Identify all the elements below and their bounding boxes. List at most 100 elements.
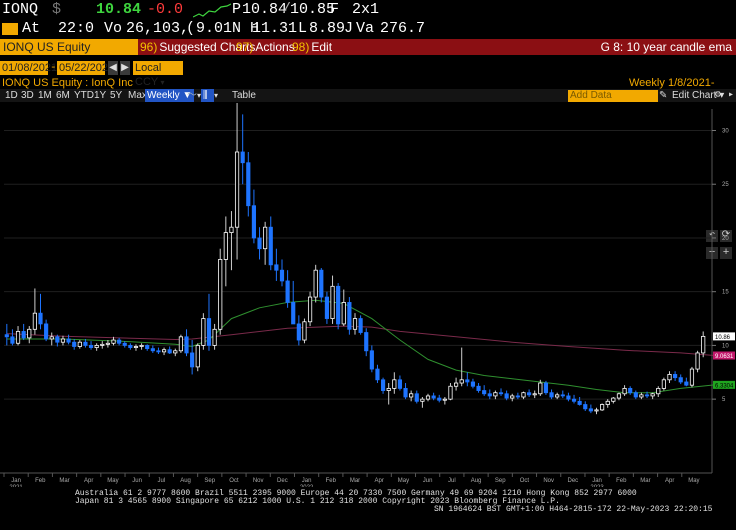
range-5y-button[interactable]: 5Y [110, 89, 122, 102]
range-ytd-button[interactable]: YTD [74, 89, 94, 102]
candle [291, 280, 296, 325]
dropdown-arrow-icon[interactable]: ▾ [214, 89, 218, 102]
candle-body [190, 352, 195, 368]
open-marker: ( [186, 20, 196, 37]
add-data-input[interactable]: Add Data [568, 90, 658, 102]
line-chart-icon[interactable]: 〜 [187, 89, 197, 102]
candle [150, 345, 155, 353]
ticker-quote-row: IONQ $ 10.84 -0.0 P 10.84 / 10.85 F 2x1 [2, 1, 380, 18]
x-tick-label: Jan [592, 478, 602, 484]
x-tick-label: May [107, 478, 118, 484]
x-tick-label: Mar [640, 478, 650, 484]
candle [279, 259, 285, 287]
candle-body [77, 341, 82, 347]
edit-menu[interactable]: 98) Edit [292, 39, 332, 55]
candle [88, 341, 94, 350]
ema-purple-tag: 9.0631 [713, 351, 735, 360]
ema-purple-tag-text: 9.0631 [715, 354, 734, 360]
candle [380, 377, 386, 394]
chevron-down-icon: ▾ [158, 78, 165, 87]
candle [695, 350, 700, 373]
x-tick-label: Apr [665, 478, 674, 484]
candle-body [105, 342, 110, 345]
candle-body [139, 345, 144, 347]
period-label: Weekly [629, 77, 665, 89]
price-chart[interactable]: Jan Feb Mar Apr May Jun Jul Aug Sep Oct Nov Dec Jan F… [0, 103, 736, 487]
range-1d-button[interactable]: 1D [5, 89, 18, 102]
candle [459, 347, 464, 387]
candle-body [223, 232, 228, 260]
x-tick-label: Feb [616, 478, 627, 484]
table-button[interactable]: Table [232, 89, 256, 102]
candle-body [555, 394, 560, 398]
candle [628, 386, 633, 395]
candle-body [639, 394, 644, 398]
candle [386, 383, 391, 405]
open-value: 9.01 [196, 20, 233, 37]
candle-body [498, 392, 504, 395]
candle [555, 392, 560, 400]
y-tick-label: 15 [722, 290, 729, 296]
candle-body [605, 400, 610, 405]
candle-body [369, 350, 374, 370]
candle-body [100, 343, 105, 346]
range-6m-button[interactable]: 6M [56, 89, 70, 102]
candle-body [358, 318, 363, 333]
range-1y-button[interactable]: 1Y [94, 89, 106, 102]
candle-body [246, 162, 251, 207]
candle [44, 319, 49, 342]
range-3d-button[interactable]: 3D [21, 89, 34, 102]
candle [229, 211, 234, 271]
candle-body [431, 395, 436, 399]
candle [330, 275, 335, 324]
currency-dropdown[interactable]: Local CCY ▾ [133, 61, 183, 88]
candle-body [117, 339, 122, 344]
candle [510, 393, 515, 402]
candle-body [566, 395, 571, 400]
prev-period-icon[interactable]: ◀ [108, 61, 118, 75]
end-date-field[interactable]: 05/22/2023 [57, 61, 114, 75]
x-tick-label: May [398, 478, 409, 484]
candle-body [133, 346, 139, 348]
start-date-field[interactable]: 01/08/2021 [0, 61, 57, 75]
candle [409, 390, 414, 402]
x-tick-label: Mar [59, 478, 69, 484]
candle-body [15, 331, 21, 344]
candle-body [251, 205, 256, 239]
candle [161, 347, 167, 356]
security-field[interactable]: IONQ US Equity [0, 39, 138, 55]
high-value: 11.31 [252, 20, 298, 37]
candle [32, 288, 37, 335]
alert-icon[interactable] [2, 23, 18, 35]
candle-body [515, 395, 520, 398]
candle-body [94, 345, 99, 348]
candle [611, 397, 616, 404]
actions-menu[interactable]: 97) Actions [236, 39, 295, 55]
candle [218, 248, 223, 335]
traded-value: 276.7 [380, 20, 426, 37]
x-tick-label: Aug [471, 478, 482, 484]
candle [375, 364, 380, 384]
candle-body [510, 395, 515, 399]
settings-icon[interactable]: ⚙ [715, 89, 721, 102]
range-1m-button[interactable]: 1M [38, 89, 52, 102]
candle-body [583, 404, 588, 410]
y-tick-label: 10 [722, 343, 729, 349]
next-period-icon[interactable]: ▶ [120, 61, 130, 75]
candle-body [145, 345, 150, 350]
candle [60, 335, 66, 346]
x-tick-label: Jun [423, 478, 433, 484]
candle [656, 386, 661, 397]
candle [661, 377, 666, 391]
more-icon[interactable]: ▸ [728, 89, 734, 102]
candle-body [476, 385, 481, 391]
candle-body [212, 328, 217, 346]
edit-pencil-icon[interactable]: ✎ [659, 89, 667, 102]
candle [358, 315, 363, 335]
x-tick-label: Nov [543, 478, 554, 484]
candle-body [403, 388, 408, 398]
x-tick-label: Apr [84, 478, 93, 484]
ticker-symbol: IONQ [2, 1, 39, 18]
candle-chart-icon[interactable]: ⫼ [201, 89, 214, 102]
candle [588, 404, 593, 414]
